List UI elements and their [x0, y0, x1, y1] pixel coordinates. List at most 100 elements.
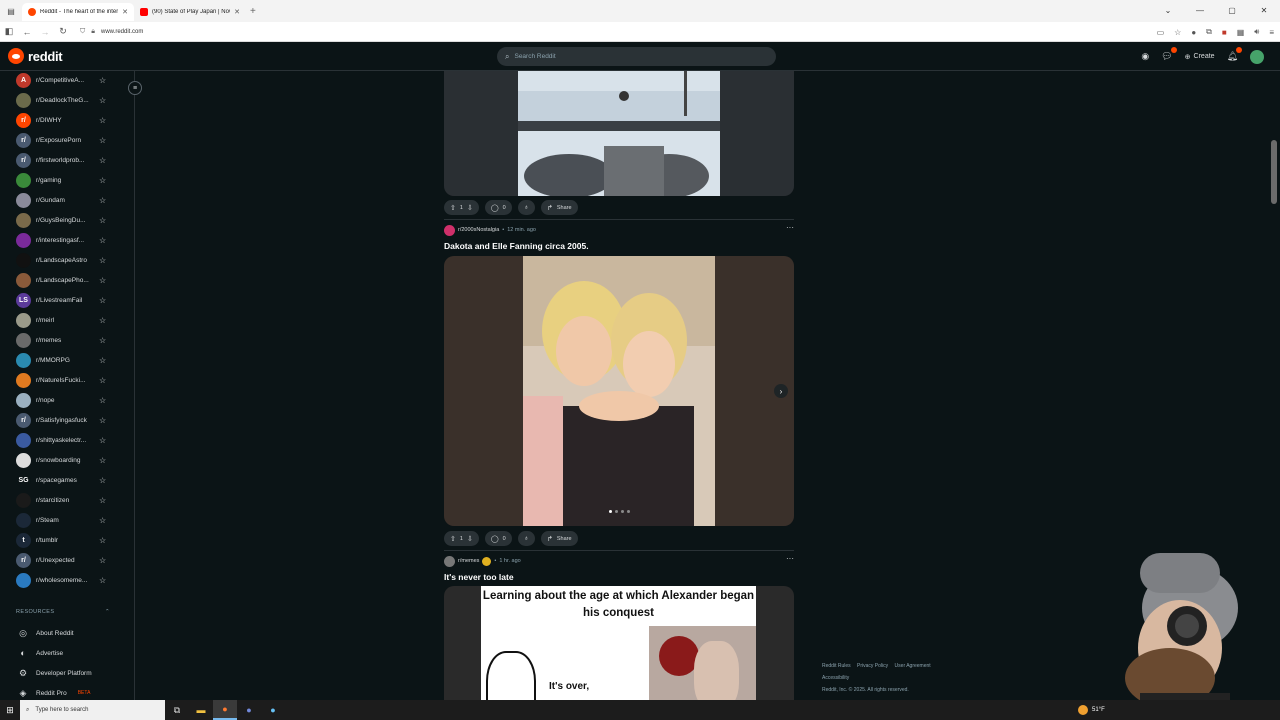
favorite-star-icon[interactable]: ☆ — [99, 256, 106, 265]
sidebar-subreddit-item[interactable]: r/meirl ☆ — [16, 312, 116, 328]
sidebar-subreddit-item[interactable]: r/r/DIWHY ☆ — [16, 112, 116, 128]
downvote-icon[interactable]: ⇩ — [467, 204, 473, 212]
favorite-star-icon[interactable]: ☆ — [99, 376, 106, 385]
more-options-icon[interactable]: ··· — [786, 554, 794, 563]
browser-tab-youtube[interactable]: (90) State of Play Japan | Novem ✕ — [134, 3, 246, 21]
favorite-star-icon[interactable]: ☆ — [99, 396, 106, 405]
reload-icon[interactable]: ↻ — [54, 26, 72, 37]
sidebar-subreddit-item[interactable]: r/LandscapePho... ☆ — [16, 272, 116, 288]
sidebar-subreddit-item[interactable]: LS r/LivestreamFail ☆ — [16, 292, 116, 308]
post-media[interactable] — [444, 71, 794, 196]
sidebar-subreddit-item[interactable]: t r/tumblr ☆ — [16, 532, 116, 548]
close-tab-icon[interactable]: ✕ — [234, 8, 240, 16]
sidebar-subreddit-item[interactable]: r/starcitizen ☆ — [16, 492, 116, 508]
sidebar-subreddit-item[interactable]: r/gaming ☆ — [16, 172, 116, 188]
url-text[interactable]: www.reddit.com — [101, 29, 143, 35]
extensions-icon[interactable]: ⧉ — [1206, 27, 1212, 37]
lock-icon[interactable]: 🔒︎ — [91, 28, 95, 36]
discord-icon[interactable]: ● — [237, 700, 261, 720]
sidebar-subreddit-item[interactable]: r/r/Unexpected ☆ — [16, 552, 116, 568]
sidebar-subreddit-item[interactable]: r/interestingasf... ☆ — [16, 232, 116, 248]
url-bar[interactable]: ⛉ 🔒︎ www.reddit.com — [80, 28, 143, 36]
grid-icon[interactable]: ▦ — [1237, 28, 1245, 37]
favorite-star-icon[interactable]: ☆ — [99, 296, 106, 305]
advertise-icon[interactable]: ◉ — [1141, 51, 1149, 62]
sidebar-subreddit-item[interactable]: r/r/Satisfyingasfuck ☆ — [16, 412, 116, 428]
favorite-star-icon[interactable]: ☆ — [99, 216, 106, 225]
steam-icon[interactable]: ● — [261, 700, 285, 720]
favorite-star-icon[interactable]: ☆ — [99, 196, 106, 205]
create-button[interactable]: ⊕ Create — [1185, 53, 1215, 61]
share-button[interactable]: ↱ Share — [540, 531, 578, 546]
footer-link-user-agreement[interactable]: User Agreement — [895, 663, 931, 669]
tab-list-icon[interactable]: ▤ — [0, 7, 22, 16]
favorite-star-icon[interactable]: ☆ — [99, 416, 106, 425]
award-button[interactable]: ♁ — [517, 531, 535, 546]
sidebar-item-developer-platform[interactable]: ⚙︎ Developer Platform — [18, 666, 92, 680]
shield-icon[interactable]: ⛉ — [80, 28, 85, 36]
award-button[interactable]: ♁ — [517, 200, 535, 215]
bookmark-star-icon[interactable]: ☆ — [1174, 28, 1181, 37]
upvote-icon[interactable]: ⇧ — [450, 204, 456, 212]
chevron-down-icon[interactable]: ⌄ — [1152, 0, 1184, 22]
subreddit-avatar[interactable] — [444, 224, 455, 236]
subreddit-link[interactable]: r/memes — [458, 558, 479, 564]
sidebar-subreddit-item[interactable]: r/Steam ☆ — [16, 512, 116, 528]
footer-link-rules[interactable]: Reddit Rules — [822, 663, 851, 669]
collapse-sidebar-button[interactable]: ≡ — [128, 81, 142, 95]
favorite-star-icon[interactable]: ☆ — [99, 456, 106, 465]
browser-tab-reddit[interactable]: Reddit - The heart of the intern ✕ — [22, 3, 134, 21]
favorite-star-icon[interactable]: ☆ — [99, 236, 106, 245]
footer-link-privacy[interactable]: Privacy Policy — [857, 663, 888, 669]
favorite-star-icon[interactable]: ☆ — [99, 316, 106, 325]
favorite-star-icon[interactable]: ☆ — [99, 356, 106, 365]
sidebar-subreddit-item[interactable]: r/r/firstworldprob... ☆ — [16, 152, 116, 168]
subreddit-avatar[interactable] — [444, 555, 455, 567]
comments-button[interactable]: ◯ 0 — [484, 531, 512, 546]
taskbar-search-input[interactable]: ⌕ Type here to search — [20, 700, 165, 720]
favorite-star-icon[interactable]: ☆ — [99, 156, 106, 165]
reader-view-icon[interactable]: ▭ — [1157, 28, 1165, 37]
sidebar-subreddit-item[interactable]: SG r/spacegames ☆ — [16, 472, 116, 488]
sidebar-item-reddit-pro[interactable]: ◈ Reddit Pro BETA — [18, 686, 91, 700]
more-options-icon[interactable]: ··· — [786, 223, 794, 232]
file-explorer-icon[interactable]: ▬ — [189, 700, 213, 720]
share-button[interactable]: ↱ Share — [540, 200, 578, 215]
sidebar-item-advertise[interactable]: ◐ Advertise — [18, 646, 63, 660]
close-tab-icon[interactable]: ✕ — [122, 8, 128, 16]
sidebar-subreddit-item[interactable]: r/Gundam ☆ — [16, 192, 116, 208]
sidebar-subreddit-item[interactable]: Ar/CompetitiveA... ☆ — [16, 72, 116, 88]
favorite-star-icon[interactable]: ☆ — [99, 576, 106, 585]
favorite-star-icon[interactable]: ☆ — [99, 276, 106, 285]
close-window-icon[interactable]: ✕ — [1248, 0, 1280, 22]
favorite-star-icon[interactable]: ☆ — [99, 176, 106, 185]
post-media[interactable]: Learning about the age at which Alexande… — [444, 586, 794, 700]
footer-link-accessibility[interactable]: Accessibility — [822, 672, 936, 684]
account-icon[interactable]: ● — [1191, 28, 1196, 37]
carousel-next-button[interactable]: › — [774, 384, 788, 398]
forward-icon[interactable]: → — [36, 27, 54, 37]
sidebar-subreddit-item[interactable]: r/DeadlockTheG... ☆ — [16, 92, 116, 108]
vote-button[interactable]: ⇧ 1 ⇩ — [444, 200, 479, 215]
comments-button[interactable]: ◯ 0 — [484, 200, 512, 215]
vote-button[interactable]: ⇧ 1 ⇩ — [444, 531, 479, 546]
favorite-star-icon[interactable]: ☆ — [99, 76, 106, 85]
resources-heading[interactable]: RESOURCES ⌃ — [16, 609, 110, 615]
favorite-star-icon[interactable]: ☆ — [99, 536, 106, 545]
search-input[interactable]: ⌕ Search Reddit — [497, 47, 776, 66]
upvote-icon[interactable]: ⇧ — [450, 535, 456, 543]
reddit-logo[interactable]: reddit — [8, 48, 63, 64]
windows-start-icon[interactable]: ⊞ — [0, 705, 20, 716]
notification-bell-icon[interactable]: 🔔︎ — [1227, 47, 1242, 62]
favorite-star-icon[interactable]: ☆ — [99, 496, 106, 505]
favorite-star-icon[interactable]: ☆ — [99, 96, 106, 105]
favorite-star-icon[interactable]: ☆ — [99, 136, 106, 145]
minimize-icon[interactable]: — — [1184, 0, 1216, 22]
sidebar-toggle-icon[interactable]: ◧ — [0, 26, 18, 37]
sidebar-subreddit-item[interactable]: r/GuysBeingDu... ☆ — [16, 212, 116, 228]
post-media[interactable]: › — [444, 256, 794, 526]
favorite-star-icon[interactable]: ☆ — [99, 336, 106, 345]
sidebar-subreddit-item[interactable]: r/shittyaskelectr... ☆ — [16, 432, 116, 448]
extension-badge-icon[interactable]: ■ — [1222, 28, 1227, 37]
speaker-icon[interactable]: 🔊︎ — [1254, 27, 1259, 37]
